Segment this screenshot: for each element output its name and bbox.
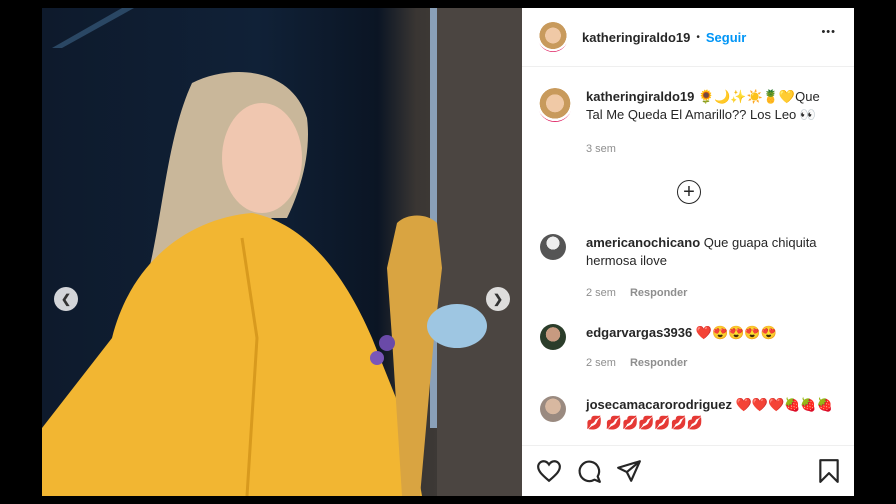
caption-body: katheringiraldo19 🌻🌙✨☀️🍍💛Que Tal Me Qued… <box>586 88 836 158</box>
comment-body: edgarvargas3936 ❤️😍😍😍😍 2 sem Responder <box>586 324 836 372</box>
header-separator: • <box>696 31 700 43</box>
heart-icon[interactable] <box>536 458 562 484</box>
comment-item: josecamacarorodriguez ❤️❤️❤️🍓🍓🍓💋 💋💋💋💋💋💋 <box>538 396 838 432</box>
caption-avatar[interactable] <box>538 88 572 122</box>
comment-text: ❤️😍😍😍😍 <box>695 325 777 340</box>
action-bar <box>522 445 854 497</box>
more-icon[interactable]: ••• <box>821 26 836 38</box>
comment-item: edgarvargas3936 ❤️😍😍😍😍 2 sem Responder <box>538 324 838 372</box>
chevron-left-icon: ❮ <box>60 292 72 306</box>
load-more-label: + <box>683 181 695 203</box>
comment-time[interactable]: 2 sem <box>586 357 616 369</box>
post-photo[interactable] <box>42 8 522 496</box>
post-side-panel: katheringiraldo19 • Seguir ••• kathering… <box>522 8 854 496</box>
caption: katheringiraldo19 🌻🌙✨☀️🍍💛Que Tal Me Qued… <box>538 88 838 158</box>
reply-button[interactable]: Responder <box>630 357 687 369</box>
plus-circle-icon[interactable]: + <box>677 180 701 204</box>
comment-username[interactable]: americanochicano <box>586 235 700 250</box>
follow-button[interactable]: Seguir <box>706 30 746 45</box>
caption-username[interactable]: katheringiraldo19 <box>586 89 694 104</box>
commenter-avatar[interactable] <box>540 396 566 422</box>
comment-time[interactable]: 2 sem <box>586 287 616 299</box>
reply-button[interactable]: Responder <box>630 287 687 299</box>
comment-username[interactable]: edgarvargas3936 <box>586 325 692 340</box>
chevron-right-icon: ❯ <box>492 292 504 306</box>
commenter-avatar[interactable] <box>540 324 566 350</box>
author-username[interactable]: katheringiraldo19 <box>582 30 690 45</box>
comment-icon[interactable] <box>576 458 602 484</box>
comment-body: josecamacarorodriguez ❤️❤️❤️🍓🍓🍓💋 💋💋💋💋💋💋 <box>586 396 836 432</box>
prev-photo-button[interactable]: ❮ <box>54 287 78 311</box>
commenter-avatar[interactable] <box>540 234 566 260</box>
next-photo-button[interactable]: ❯ <box>486 287 510 311</box>
comment-username[interactable]: josecamacarorodriguez <box>586 397 732 412</box>
bookmark-icon[interactable] <box>816 458 842 484</box>
caption-time[interactable]: 3 sem <box>586 143 616 155</box>
comment-body: americanochicano Que guapa chiquita herm… <box>586 234 836 302</box>
photo-illustration <box>42 8 522 496</box>
share-icon[interactable] <box>616 458 642 484</box>
author-avatar[interactable] <box>538 22 568 52</box>
post-header: katheringiraldo19 • Seguir ••• <box>522 8 854 67</box>
comment-item: americanochicano Que guapa chiquita herm… <box>538 234 838 302</box>
